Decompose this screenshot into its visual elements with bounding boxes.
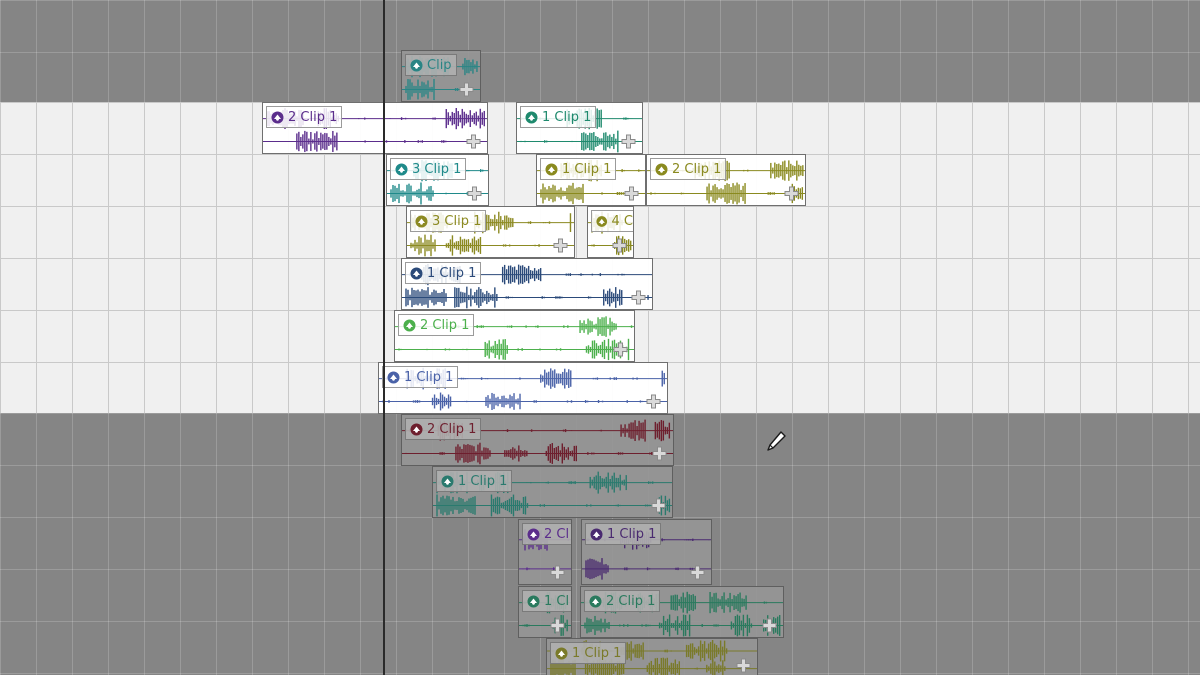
audio-clip[interactable]: 1 Clip 1 bbox=[378, 362, 668, 414]
fx-plus-icon[interactable] bbox=[651, 498, 666, 513]
timeline-area[interactable]: Clip 2 Clip 1 1 Clip 1 3 Clip 1 1 Clip 1… bbox=[0, 0, 1200, 675]
clip-envelope-icon[interactable] bbox=[527, 528, 540, 541]
audio-clip[interactable]: 2 Clip 1 bbox=[394, 310, 635, 362]
clip-label[interactable]: 3 Clip 1 bbox=[390, 158, 467, 180]
clip-name: 1 Clip 1 bbox=[562, 161, 612, 177]
clip-label[interactable]: 1 Clip 1 bbox=[585, 523, 662, 545]
fx-plus-icon[interactable] bbox=[613, 342, 628, 357]
fx-plus-icon[interactable] bbox=[621, 134, 636, 149]
fx-plus-icon[interactable] bbox=[550, 565, 565, 580]
clip-name: 2 Clip 1 bbox=[288, 109, 338, 125]
audio-clip[interactable]: 1 Cl bbox=[518, 586, 572, 638]
audio-clip[interactable]: 1 Clip 1 bbox=[581, 519, 712, 585]
clip-name: 1 Clip 1 bbox=[607, 526, 657, 542]
clip-label[interactable]: 1 Clip 1 bbox=[550, 642, 627, 664]
clip-envelope-icon[interactable] bbox=[387, 371, 400, 384]
clip-label[interactable]: 2 Clip 1 bbox=[266, 106, 343, 128]
clip-envelope-icon[interactable] bbox=[555, 647, 568, 660]
audio-clip[interactable]: 2 Clip 1 bbox=[580, 586, 784, 638]
clip-envelope-icon[interactable] bbox=[410, 59, 423, 72]
clip-envelope-icon[interactable] bbox=[271, 111, 284, 124]
audio-clip[interactable]: 2 Clip 1 bbox=[401, 414, 674, 466]
fx-plus-icon[interactable] bbox=[631, 290, 646, 305]
clip-name: 1 Clip 1 bbox=[427, 265, 477, 281]
clip-label[interactable]: 2 Clip 1 bbox=[650, 158, 727, 180]
fx-plus-icon[interactable] bbox=[646, 394, 661, 409]
clip-name: 4 C bbox=[611, 213, 633, 229]
clip-envelope-icon[interactable] bbox=[410, 267, 423, 280]
fx-plus-icon[interactable] bbox=[553, 238, 568, 253]
pencil-cursor-icon bbox=[767, 431, 786, 451]
clip-name: 2 Clip 1 bbox=[606, 593, 656, 609]
audio-clip[interactable]: Clip bbox=[401, 50, 481, 102]
clip-name: 1 Cl bbox=[544, 593, 570, 609]
clip-envelope-icon[interactable] bbox=[410, 423, 423, 436]
clip-envelope-icon[interactable] bbox=[395, 163, 408, 176]
fx-plus-icon[interactable] bbox=[466, 134, 481, 149]
clip-name: 1 Clip 1 bbox=[458, 473, 508, 489]
audio-clip[interactable]: 2 Cl bbox=[518, 519, 572, 585]
clip-label[interactable]: 2 Clip 1 bbox=[398, 314, 475, 336]
clip-label[interactable]: 1 Clip 1 bbox=[520, 106, 597, 128]
audio-clip[interactable]: 1 Clip 1 bbox=[432, 466, 673, 518]
clip-name: 2 Cl bbox=[544, 526, 570, 542]
fx-plus-icon[interactable] bbox=[612, 238, 627, 253]
playhead-cursor-line[interactable] bbox=[383, 0, 385, 675]
clip-envelope-icon[interactable] bbox=[525, 111, 538, 124]
clip-name: 1 Clip 1 bbox=[542, 109, 592, 125]
clip-name: 3 Clip 1 bbox=[432, 213, 482, 229]
audio-clip[interactable]: 4 C bbox=[587, 206, 634, 258]
audio-clip[interactable]: 1 Clip 1 bbox=[546, 638, 758, 675]
clip-envelope-icon[interactable] bbox=[596, 215, 608, 228]
clip-envelope-icon[interactable] bbox=[655, 163, 668, 176]
clip-label[interactable]: 2 Clip 1 bbox=[405, 418, 482, 440]
clip-label[interactable]: 1 Clip 1 bbox=[405, 262, 482, 284]
clip-name: 2 Clip 1 bbox=[672, 161, 722, 177]
fx-plus-icon[interactable] bbox=[762, 618, 777, 633]
clip-envelope-icon[interactable] bbox=[589, 595, 602, 608]
audio-clip[interactable]: 3 Clip 1 bbox=[386, 154, 489, 206]
track-lanes-top bbox=[0, 0, 1200, 102]
fx-plus-icon[interactable] bbox=[550, 618, 565, 633]
audio-clip[interactable]: 3 Clip 1 bbox=[406, 206, 575, 258]
clip-name: Clip bbox=[427, 57, 452, 73]
clip-label[interactable]: 1 Cl bbox=[522, 590, 571, 612]
clip-name: 1 Clip 1 bbox=[404, 369, 454, 385]
audio-clip[interactable]: 2 Clip 1 bbox=[262, 102, 488, 154]
clip-label[interactable]: 1 Clip 1 bbox=[540, 158, 617, 180]
clip-label[interactable]: 1 Clip 1 bbox=[436, 470, 513, 492]
fx-plus-icon[interactable] bbox=[624, 186, 639, 201]
clip-label[interactable]: 3 Clip 1 bbox=[410, 210, 487, 232]
clip-name: 3 Clip 1 bbox=[412, 161, 462, 177]
audio-clip[interactable]: 1 Clip 1 bbox=[516, 102, 643, 154]
clip-label[interactable]: 2 Cl bbox=[522, 523, 571, 545]
fx-plus-icon[interactable] bbox=[652, 446, 667, 461]
clip-label[interactable]: 1 Clip 1 bbox=[382, 366, 459, 388]
clip-label[interactable]: 2 Clip 1 bbox=[584, 590, 661, 612]
clip-envelope-icon[interactable] bbox=[545, 163, 558, 176]
fx-plus-icon[interactable] bbox=[736, 658, 751, 673]
audio-clip[interactable]: 2 Clip 1 bbox=[646, 154, 806, 206]
fx-plus-icon[interactable] bbox=[690, 565, 705, 580]
clip-envelope-icon[interactable] bbox=[403, 319, 416, 332]
clip-name: 2 Clip 1 bbox=[420, 317, 470, 333]
clip-envelope-icon[interactable] bbox=[415, 215, 428, 228]
fx-plus-icon[interactable] bbox=[467, 186, 482, 201]
clip-name: 2 Clip 1 bbox=[427, 421, 477, 437]
audio-clip[interactable]: 1 Clip 1 bbox=[401, 258, 653, 310]
audio-clip[interactable]: 1 Clip 1 bbox=[536, 154, 646, 206]
clip-envelope-icon[interactable] bbox=[441, 475, 454, 488]
clip-label[interactable]: Clip bbox=[405, 54, 457, 76]
clip-envelope-icon[interactable] bbox=[527, 595, 540, 608]
fx-plus-icon[interactable] bbox=[784, 186, 799, 201]
clip-envelope-icon[interactable] bbox=[590, 528, 603, 541]
clip-name: 1 Clip 1 bbox=[572, 645, 622, 661]
clip-label[interactable]: 4 C bbox=[591, 210, 633, 232]
fx-plus-icon[interactable] bbox=[459, 82, 474, 97]
